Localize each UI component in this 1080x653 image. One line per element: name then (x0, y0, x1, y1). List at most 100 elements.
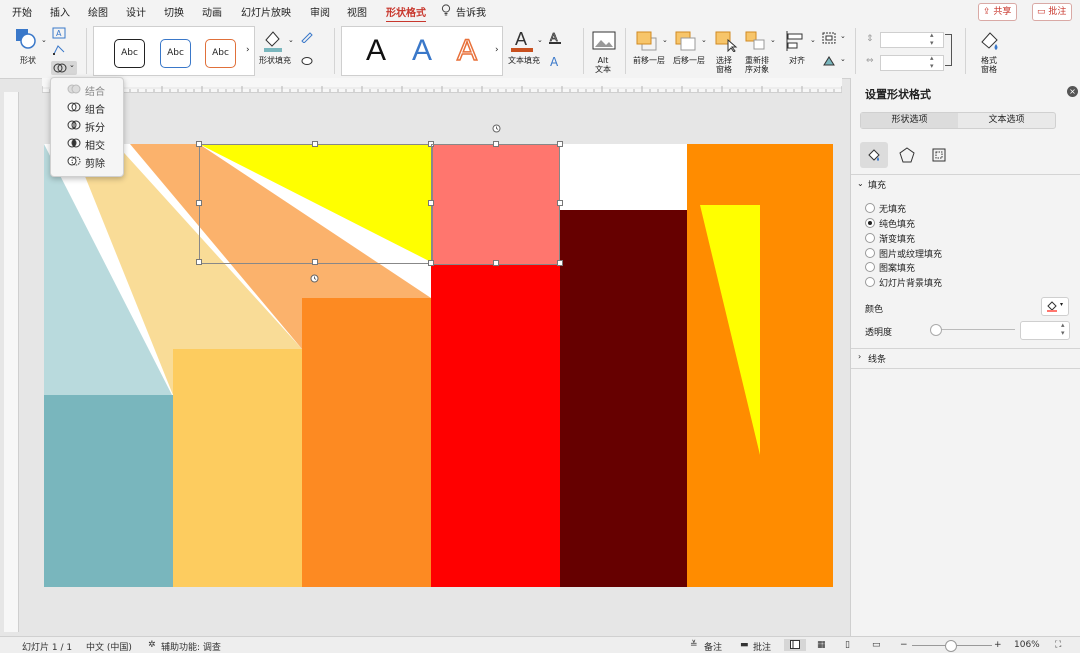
notes-button[interactable]: 备注 (704, 640, 722, 653)
resize-handle[interactable] (312, 141, 318, 147)
format-pane-button[interactable] (978, 28, 1002, 52)
zoom-level[interactable]: 106% (1014, 640, 1040, 650)
tab-slideshow[interactable]: 幻灯片放映 (241, 4, 291, 19)
stepper-down-icon[interactable]: ▾ (930, 39, 934, 47)
resize-handle[interactable] (312, 259, 318, 265)
size-category-button[interactable] (931, 147, 947, 163)
fill-color-picker[interactable]: ▾ (1041, 297, 1069, 316)
normal-view-button[interactable] (784, 639, 806, 651)
merge-shapes-button[interactable]: ⌄ (51, 61, 77, 75)
chevron-down-icon[interactable]: ⌄ (810, 36, 816, 44)
resize-handle[interactable] (196, 259, 202, 265)
transparency-input[interactable]: ▴ ▾ (1020, 321, 1070, 340)
radio-no-fill[interactable] (865, 203, 875, 213)
reorder-objects-button[interactable] (744, 30, 768, 52)
wordart-style-orange[interactable]: A (456, 33, 478, 69)
menu-item-combine[interactable]: 组合 (51, 98, 123, 116)
chevron-right-icon[interactable]: › (858, 352, 861, 361)
wordart-style-blue[interactable]: A (412, 33, 432, 69)
radio-picture-fill[interactable] (865, 248, 875, 258)
shape-style-2[interactable]: Abc (160, 39, 191, 68)
stepper-up-icon[interactable]: ▴ (1061, 321, 1065, 329)
chevron-down-icon[interactable]: ⌄ (288, 36, 294, 44)
shape-outline-button[interactable] (300, 31, 314, 44)
shape-width-input[interactable] (880, 55, 944, 71)
tab-draw[interactable]: 绘图 (88, 4, 108, 19)
insert-shapes-button[interactable] (14, 27, 38, 51)
tab-view[interactable]: 视图 (347, 4, 367, 19)
radio-slide-background-fill[interactable] (865, 277, 875, 287)
rotate-handle-icon[interactable] (492, 124, 501, 133)
chevron-down-icon[interactable]: ⌄ (701, 36, 707, 44)
chevron-down-icon[interactable]: ⌄ (770, 36, 776, 44)
resize-handle[interactable] (557, 260, 563, 266)
alt-text-button[interactable] (592, 30, 616, 52)
line-section-header[interactable]: 线条 (868, 352, 886, 365)
slide-canvas[interactable] (44, 124, 833, 587)
chevron-down-icon[interactable]: ⌄ (41, 36, 47, 44)
menu-item-fragment[interactable]: 拆分 (51, 116, 123, 134)
reading-view-icon[interactable]: ▯ (845, 640, 850, 650)
tab-transitions[interactable]: 切换 (164, 4, 184, 19)
slide-sorter-icon[interactable]: ▦ (817, 640, 826, 650)
lock-aspect-icon[interactable] (945, 34, 952, 66)
text-fill-button[interactable]: A (510, 27, 534, 53)
transparency-slider-track[interactable] (935, 329, 1015, 330)
stepper-down-icon[interactable]: ▾ (1061, 329, 1065, 337)
text-effects-button[interactable]: A (548, 54, 562, 69)
rotate-handle-icon[interactable] (310, 274, 319, 283)
radio-pattern-fill[interactable] (865, 262, 875, 272)
resize-handle[interactable] (428, 200, 434, 206)
share-button[interactable]: ⇪ 共享 (978, 3, 1018, 21)
radio-solid-fill[interactable] (865, 218, 875, 228)
resize-handle[interactable] (196, 141, 202, 147)
comments-button[interactable]: 批注 (753, 640, 771, 653)
stepper-up-icon[interactable]: ▴ (930, 31, 934, 39)
zoom-slider-thumb[interactable] (945, 640, 957, 652)
menu-item-subtract[interactable]: 剪除 (51, 152, 123, 170)
language-indicator[interactable]: 中文 (中国) (86, 640, 132, 653)
wordart-style-black[interactable]: A (366, 33, 386, 69)
chevron-down-icon[interactable]: ⌄ (840, 32, 846, 40)
resize-handle[interactable] (493, 260, 499, 266)
tab-insert[interactable]: 插入 (50, 4, 70, 19)
gallery-more-icon[interactable]: › (495, 45, 499, 55)
text-box-button[interactable]: A (52, 27, 66, 39)
resize-handle[interactable] (557, 141, 563, 147)
comments-button[interactable]: ▭ 批注 (1032, 3, 1073, 21)
rotate-button[interactable] (822, 55, 836, 67)
chevron-down-icon[interactable]: ⌄ (662, 36, 668, 44)
shape-effects-button[interactable] (300, 55, 314, 67)
slideshow-icon[interactable]: ▭ (872, 640, 881, 650)
radio-gradient-fill[interactable] (865, 233, 875, 243)
tab-tell-me[interactable]: 告诉我 (456, 4, 486, 19)
fit-to-window-icon[interactable]: ⛶ (1055, 640, 1061, 650)
close-icon[interactable]: × (1067, 86, 1078, 97)
transparency-slider-thumb[interactable] (930, 324, 942, 336)
tab-review[interactable]: 审阅 (310, 4, 330, 19)
tab-text-options[interactable]: 文本选项 (958, 113, 1055, 128)
tab-design[interactable]: 设计 (126, 4, 146, 19)
resize-handle[interactable] (493, 141, 499, 147)
shape-fill-button[interactable] (262, 28, 284, 52)
resize-handle[interactable] (557, 200, 563, 206)
gallery-more-icon[interactable]: › (246, 45, 250, 55)
shape-style-1[interactable]: Abc (114, 39, 145, 68)
edit-shape-button[interactable] (52, 44, 66, 56)
group-button[interactable] (822, 32, 836, 44)
resize-handle[interactable] (196, 200, 202, 206)
chevron-down-icon[interactable]: ⌄ (857, 179, 864, 188)
resize-handle[interactable] (428, 260, 434, 266)
fill-line-category-button[interactable] (860, 142, 888, 168)
shape-style-3[interactable]: Abc (205, 39, 236, 68)
menu-item-intersect[interactable]: 相交 (51, 134, 123, 152)
tab-animations[interactable]: 动画 (202, 4, 222, 19)
shape-height-input[interactable] (880, 32, 944, 48)
tab-shape-options[interactable]: 形状选项 (861, 113, 958, 128)
bring-forward-button[interactable] (635, 30, 659, 52)
selection-pane-button[interactable] (714, 30, 738, 53)
stepper-down-icon[interactable]: ▾ (930, 62, 934, 70)
accessibility-status[interactable]: 辅助功能: 调查 (161, 640, 221, 653)
fill-section-header[interactable]: 填充 (868, 178, 886, 191)
effects-category-button[interactable] (899, 147, 915, 163)
